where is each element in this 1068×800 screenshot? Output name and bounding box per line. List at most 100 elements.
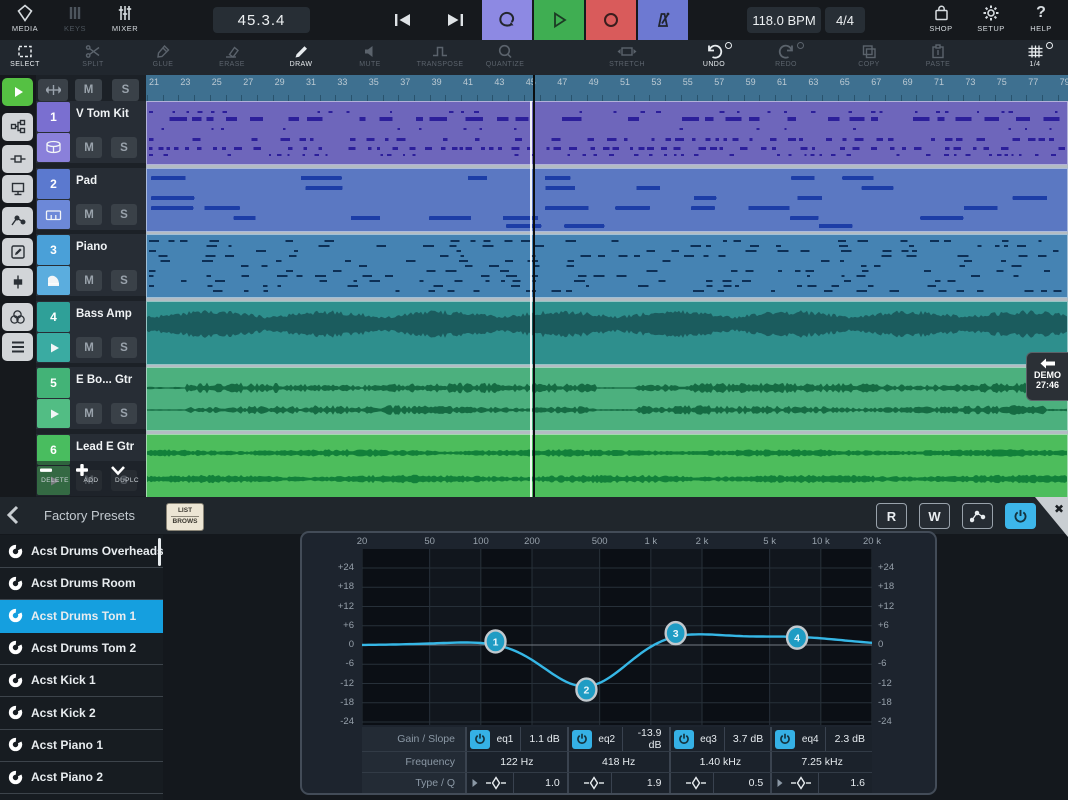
- gain-value[interactable]: 1.1 dB: [520, 727, 567, 751]
- track-number[interactable]: 3: [37, 235, 70, 265]
- filter-type-button[interactable]: [577, 776, 611, 790]
- track-play-button[interactable]: [2, 78, 33, 106]
- split-tool[interactable]: SPLIT: [61, 43, 125, 68]
- bpm-display[interactable]: 118.0 BPM: [747, 7, 821, 33]
- track-instrument-icon[interactable]: [37, 333, 70, 362]
- gain-value[interactable]: -13.9 dB: [622, 727, 669, 751]
- io-button[interactable]: [2, 145, 33, 173]
- automation-write-button[interactable]: W: [919, 503, 950, 529]
- track-number[interactable]: 5: [37, 368, 70, 398]
- transpose-tool[interactable]: TRANSPOSE: [408, 43, 472, 68]
- track-instrument-icon[interactable]: [37, 133, 70, 162]
- clip-track-6[interactable]: [146, 434, 1068, 498]
- add-track-button[interactable]: ADD: [74, 464, 108, 484]
- type-q-cell-eq2[interactable]: 1.9: [567, 773, 669, 793]
- track-collapse-button[interactable]: [38, 79, 68, 101]
- time-signature-display[interactable]: 4/4: [825, 7, 865, 33]
- copy-button[interactable]: COPY: [837, 43, 901, 68]
- filter-type-button[interactable]: [784, 776, 818, 790]
- gain-value[interactable]: 2.3 dB: [825, 727, 872, 751]
- preset-item[interactable]: Acst Piano 2: [0, 761, 163, 794]
- menu-button[interactable]: [2, 333, 33, 361]
- freq-cell-eq3[interactable]: 1.40 kHz: [669, 752, 771, 772]
- media-button[interactable]: MEDIA: [0, 3, 50, 33]
- grid-snap-button[interactable]: 1/4: [1003, 43, 1067, 68]
- type-q-cell-eq3[interactable]: 0.5: [669, 773, 771, 793]
- shop-button[interactable]: SHOP: [916, 3, 966, 33]
- preset-item[interactable]: Acst Drums Overheads: [0, 535, 163, 568]
- undo-button[interactable]: UNDO: [682, 43, 746, 68]
- track-row-1[interactable]: 1V Tom KitMS: [36, 101, 146, 163]
- automation-curve-button[interactable]: [962, 503, 993, 529]
- gain-value[interactable]: 3.7 dB: [724, 727, 771, 751]
- freq-cell-eq2[interactable]: 418 Hz: [567, 752, 669, 772]
- band-power-button[interactable]: [775, 730, 795, 749]
- arrangement-area[interactable]: 2123252729313335373941434547495153555759…: [146, 75, 1068, 497]
- draw-tool[interactable]: DRAW: [269, 43, 333, 68]
- track-mute-button[interactable]: M: [76, 403, 102, 424]
- track-name[interactable]: E Bo... Gtr: [76, 374, 144, 386]
- track-solo-button[interactable]: S: [111, 403, 137, 424]
- automation-button[interactable]: [2, 207, 33, 235]
- track-row-3[interactable]: 3PianoMS: [36, 234, 146, 296]
- glue-tool[interactable]: GLUE: [131, 43, 195, 68]
- mute-tool[interactable]: MUTE: [338, 43, 402, 68]
- track-name[interactable]: Lead E Gtr: [76, 441, 144, 453]
- select-tool[interactable]: SELECT: [0, 43, 57, 68]
- automation-read-button[interactable]: R: [876, 503, 907, 529]
- back-button[interactable]: [6, 505, 28, 527]
- timeline-ruler[interactable]: 2123252729313335373941434547495153555759…: [146, 75, 1068, 101]
- fader-button[interactable]: [2, 268, 33, 296]
- eq-node-1[interactable]: 1: [486, 630, 506, 652]
- track-mute-button[interactable]: M: [76, 270, 102, 291]
- preset-item[interactable]: Acst Piano 1: [0, 729, 163, 762]
- gain-cell-eq4[interactable]: eq42.3 dB: [770, 727, 872, 751]
- master-solo-button[interactable]: S: [112, 79, 139, 101]
- routing-button[interactable]: [2, 113, 33, 141]
- close-icon[interactable]: ✖: [1054, 502, 1064, 516]
- track-number[interactable]: 2: [37, 169, 70, 199]
- eq-node-2[interactable]: 2: [576, 679, 596, 701]
- band-power-button[interactable]: [572, 730, 592, 749]
- track-instrument-icon[interactable]: [37, 399, 70, 428]
- track-mute-button[interactable]: M: [76, 337, 102, 358]
- gain-cell-eq3[interactable]: eq33.7 dB: [669, 727, 771, 751]
- q-value[interactable]: 1.9: [611, 773, 669, 793]
- track-instrument-icon[interactable]: [37, 200, 70, 229]
- playhead[interactable]: [533, 75, 535, 497]
- track-row-4[interactable]: 4Bass AmpMS: [36, 301, 146, 363]
- preset-item[interactable]: Acst Drums Room: [0, 567, 163, 600]
- track-solo-button[interactable]: S: [111, 204, 137, 225]
- track-name[interactable]: Pad: [76, 175, 144, 187]
- track-number[interactable]: 1: [37, 102, 70, 132]
- clip-track-4[interactable]: [146, 301, 1068, 365]
- edit-button[interactable]: [2, 238, 33, 266]
- preset-item[interactable]: Acst Kick 2: [0, 697, 163, 730]
- track-mute-button[interactable]: M: [76, 204, 102, 225]
- duplicate-track-button[interactable]: DUPLC: [110, 464, 144, 484]
- q-value[interactable]: 0.5: [713, 773, 771, 793]
- delete-track-button[interactable]: DELETE: [38, 464, 72, 484]
- clip-track-5[interactable]: [146, 367, 1068, 431]
- track-name[interactable]: Bass Amp: [76, 308, 144, 320]
- fx-button[interactable]: [2, 303, 33, 331]
- redo-button[interactable]: REDO: [754, 43, 818, 68]
- quantize-tool[interactable]: QUANTIZE: [473, 43, 537, 68]
- track-row-5[interactable]: 5 E Bo... Gtr MS: [36, 367, 146, 429]
- track-row-2[interactable]: 2 Pad MS: [36, 168, 146, 230]
- track-mute-button[interactable]: M: [76, 137, 102, 158]
- gain-cell-eq2[interactable]: eq2-13.9 dB: [567, 727, 669, 751]
- track-instrument-icon[interactable]: [37, 266, 70, 295]
- monitor-button[interactable]: [2, 175, 33, 203]
- next-button[interactable]: [435, 0, 475, 40]
- paste-button[interactable]: PASTE: [906, 43, 970, 68]
- track-name[interactable]: V Tom Kit: [76, 108, 144, 120]
- eq-node-3[interactable]: 3: [666, 622, 686, 644]
- time-display[interactable]: 45.3.4: [213, 7, 310, 33]
- help-button[interactable]: ? HELP: [1016, 3, 1066, 33]
- band-power-button[interactable]: [470, 730, 490, 749]
- play-button[interactable]: [534, 0, 584, 40]
- track-name[interactable]: Piano: [76, 241, 144, 253]
- filter-type-button[interactable]: [679, 776, 713, 790]
- gain-cell-eq1[interactable]: eq11.1 dB: [465, 727, 567, 751]
